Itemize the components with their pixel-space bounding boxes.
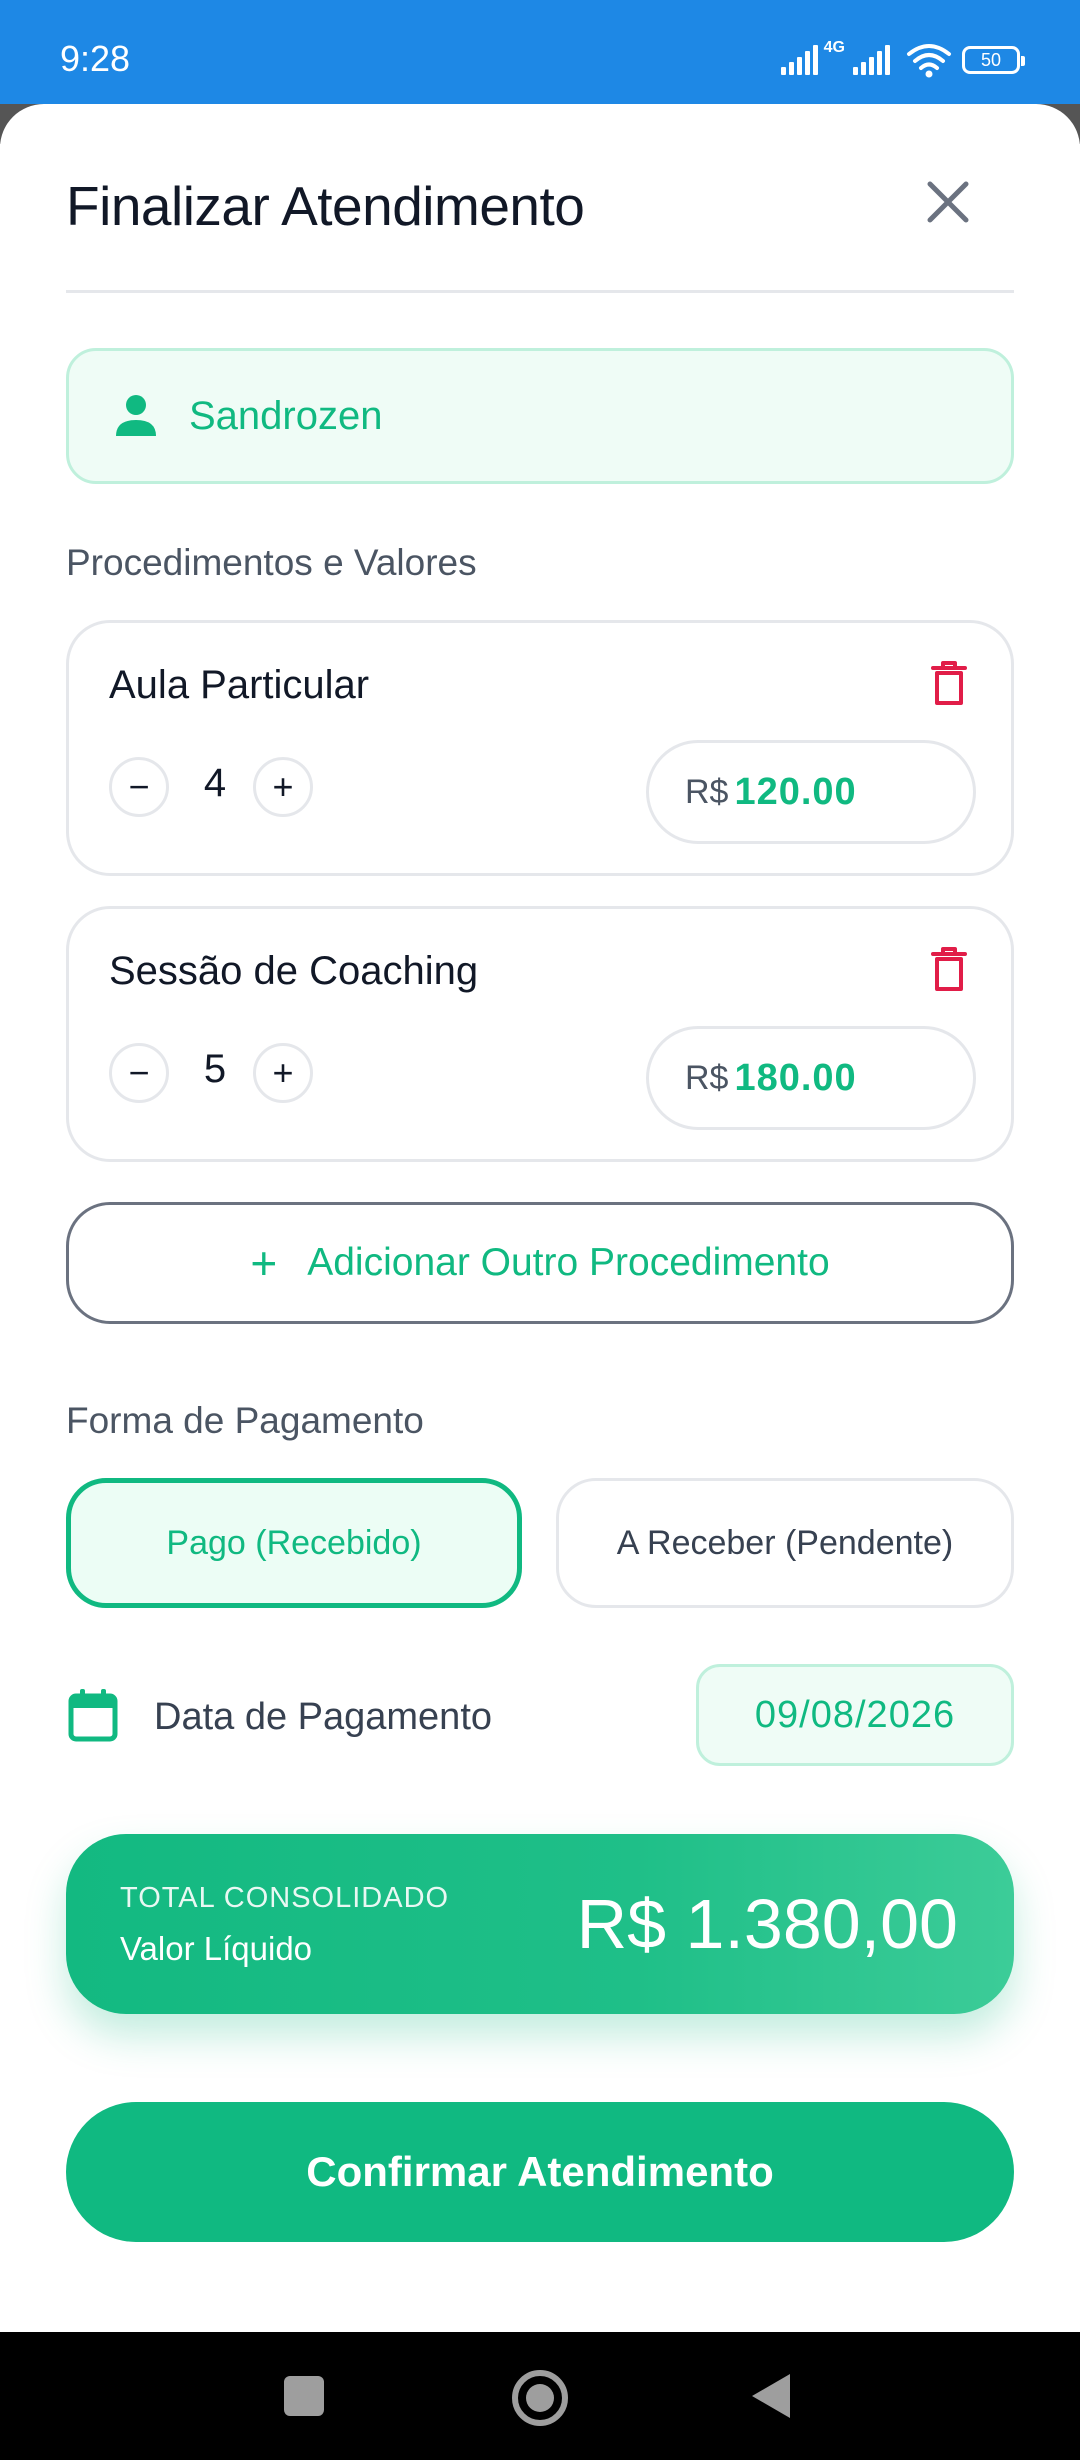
trash-icon[interactable]: [929, 659, 969, 707]
quantity-value: 5: [203, 1047, 227, 1091]
back-icon[interactable]: [752, 2374, 790, 2418]
price-input[interactable]: R$ 120.00: [646, 740, 976, 844]
add-procedure-button[interactable]: + Adicionar Outro Procedimento: [66, 1202, 1014, 1324]
payment-section-label: Forma de Pagamento: [66, 1400, 424, 1441]
payment-option-pending[interactable]: A Receber (Pendente): [556, 1478, 1014, 1608]
add-procedure-label: Adicionar Outro Procedimento: [307, 1241, 830, 1284]
price-input[interactable]: R$ 180.00: [646, 1026, 976, 1130]
increase-quantity-button[interactable]: +: [253, 1043, 313, 1103]
plus-icon: +: [272, 1052, 294, 1093]
close-icon[interactable]: [920, 174, 976, 230]
total-subheading: Valor Líquido: [120, 1930, 313, 1967]
plus-icon: +: [272, 766, 294, 807]
person-icon: [116, 395, 156, 436]
payment-option-paid[interactable]: Pago (Recebido): [66, 1478, 522, 1608]
payment-date-label: Data de Pagamento: [154, 1696, 493, 1738]
currency-label: R$: [685, 1058, 729, 1097]
signal-icon: [780, 45, 818, 75]
calendar-icon: [68, 1689, 118, 1742]
status-bar: 9:28 4G 50: [0, 0, 1080, 104]
page-title: Finalizar Atendimento: [66, 175, 585, 237]
status-icons: 4G 50: [780, 39, 1025, 80]
signal-icon-2: [853, 45, 890, 75]
payment-date-input[interactable]: 09/08/2026: [696, 1664, 1014, 1766]
procedure-name: Aula Particular: [109, 663, 370, 707]
increase-quantity-button[interactable]: +: [253, 757, 313, 817]
decrease-quantity-button[interactable]: −: [109, 1043, 169, 1103]
total-summary-card: TOTAL CONSOLIDADO Valor Líquido R$ 1.380…: [66, 1834, 1014, 2014]
finish-appointment-sheet: Finalizar Atendimento Sandrozen Procedim…: [0, 104, 1080, 2332]
price-value: 120.00: [734, 770, 857, 813]
network-type: 4G: [823, 39, 845, 56]
plus-icon: +: [250, 1237, 278, 1289]
quantity-value: 4: [203, 761, 227, 805]
confirm-appointment-button[interactable]: Confirmar Atendimento: [66, 2102, 1014, 2242]
procedures-section-label: Procedimentos e Valores: [66, 542, 477, 583]
decrease-quantity-button[interactable]: −: [109, 757, 169, 817]
system-nav-bar: [0, 2332, 1080, 2460]
procedure-name: Sessão de Coaching: [109, 949, 479, 993]
battery-icon: 50: [962, 46, 1025, 74]
procedure-card: Aula Particular − 4 + R$ 120.00: [66, 620, 1014, 876]
trash-icon[interactable]: [929, 945, 969, 993]
home-icon[interactable]: [512, 2370, 568, 2426]
currency-label: R$: [685, 772, 729, 811]
minus-icon: −: [128, 766, 150, 807]
header-divider: [66, 290, 1014, 293]
minus-icon: −: [128, 1052, 150, 1093]
total-amount: R$ 1.380,00: [576, 1885, 958, 1963]
total-heading: TOTAL CONSOLIDADO: [120, 1882, 450, 1914]
client-card: Sandrozen: [66, 348, 1014, 484]
status-time: 9:28: [60, 38, 131, 79]
client-name: Sandrozen: [189, 393, 383, 438]
wifi-icon: [907, 44, 951, 78]
procedure-card: Sessão de Coaching − 5 + R$ 180.00: [66, 906, 1014, 1162]
recent-apps-icon[interactable]: [284, 2376, 324, 2416]
price-value: 180.00: [734, 1056, 857, 1099]
